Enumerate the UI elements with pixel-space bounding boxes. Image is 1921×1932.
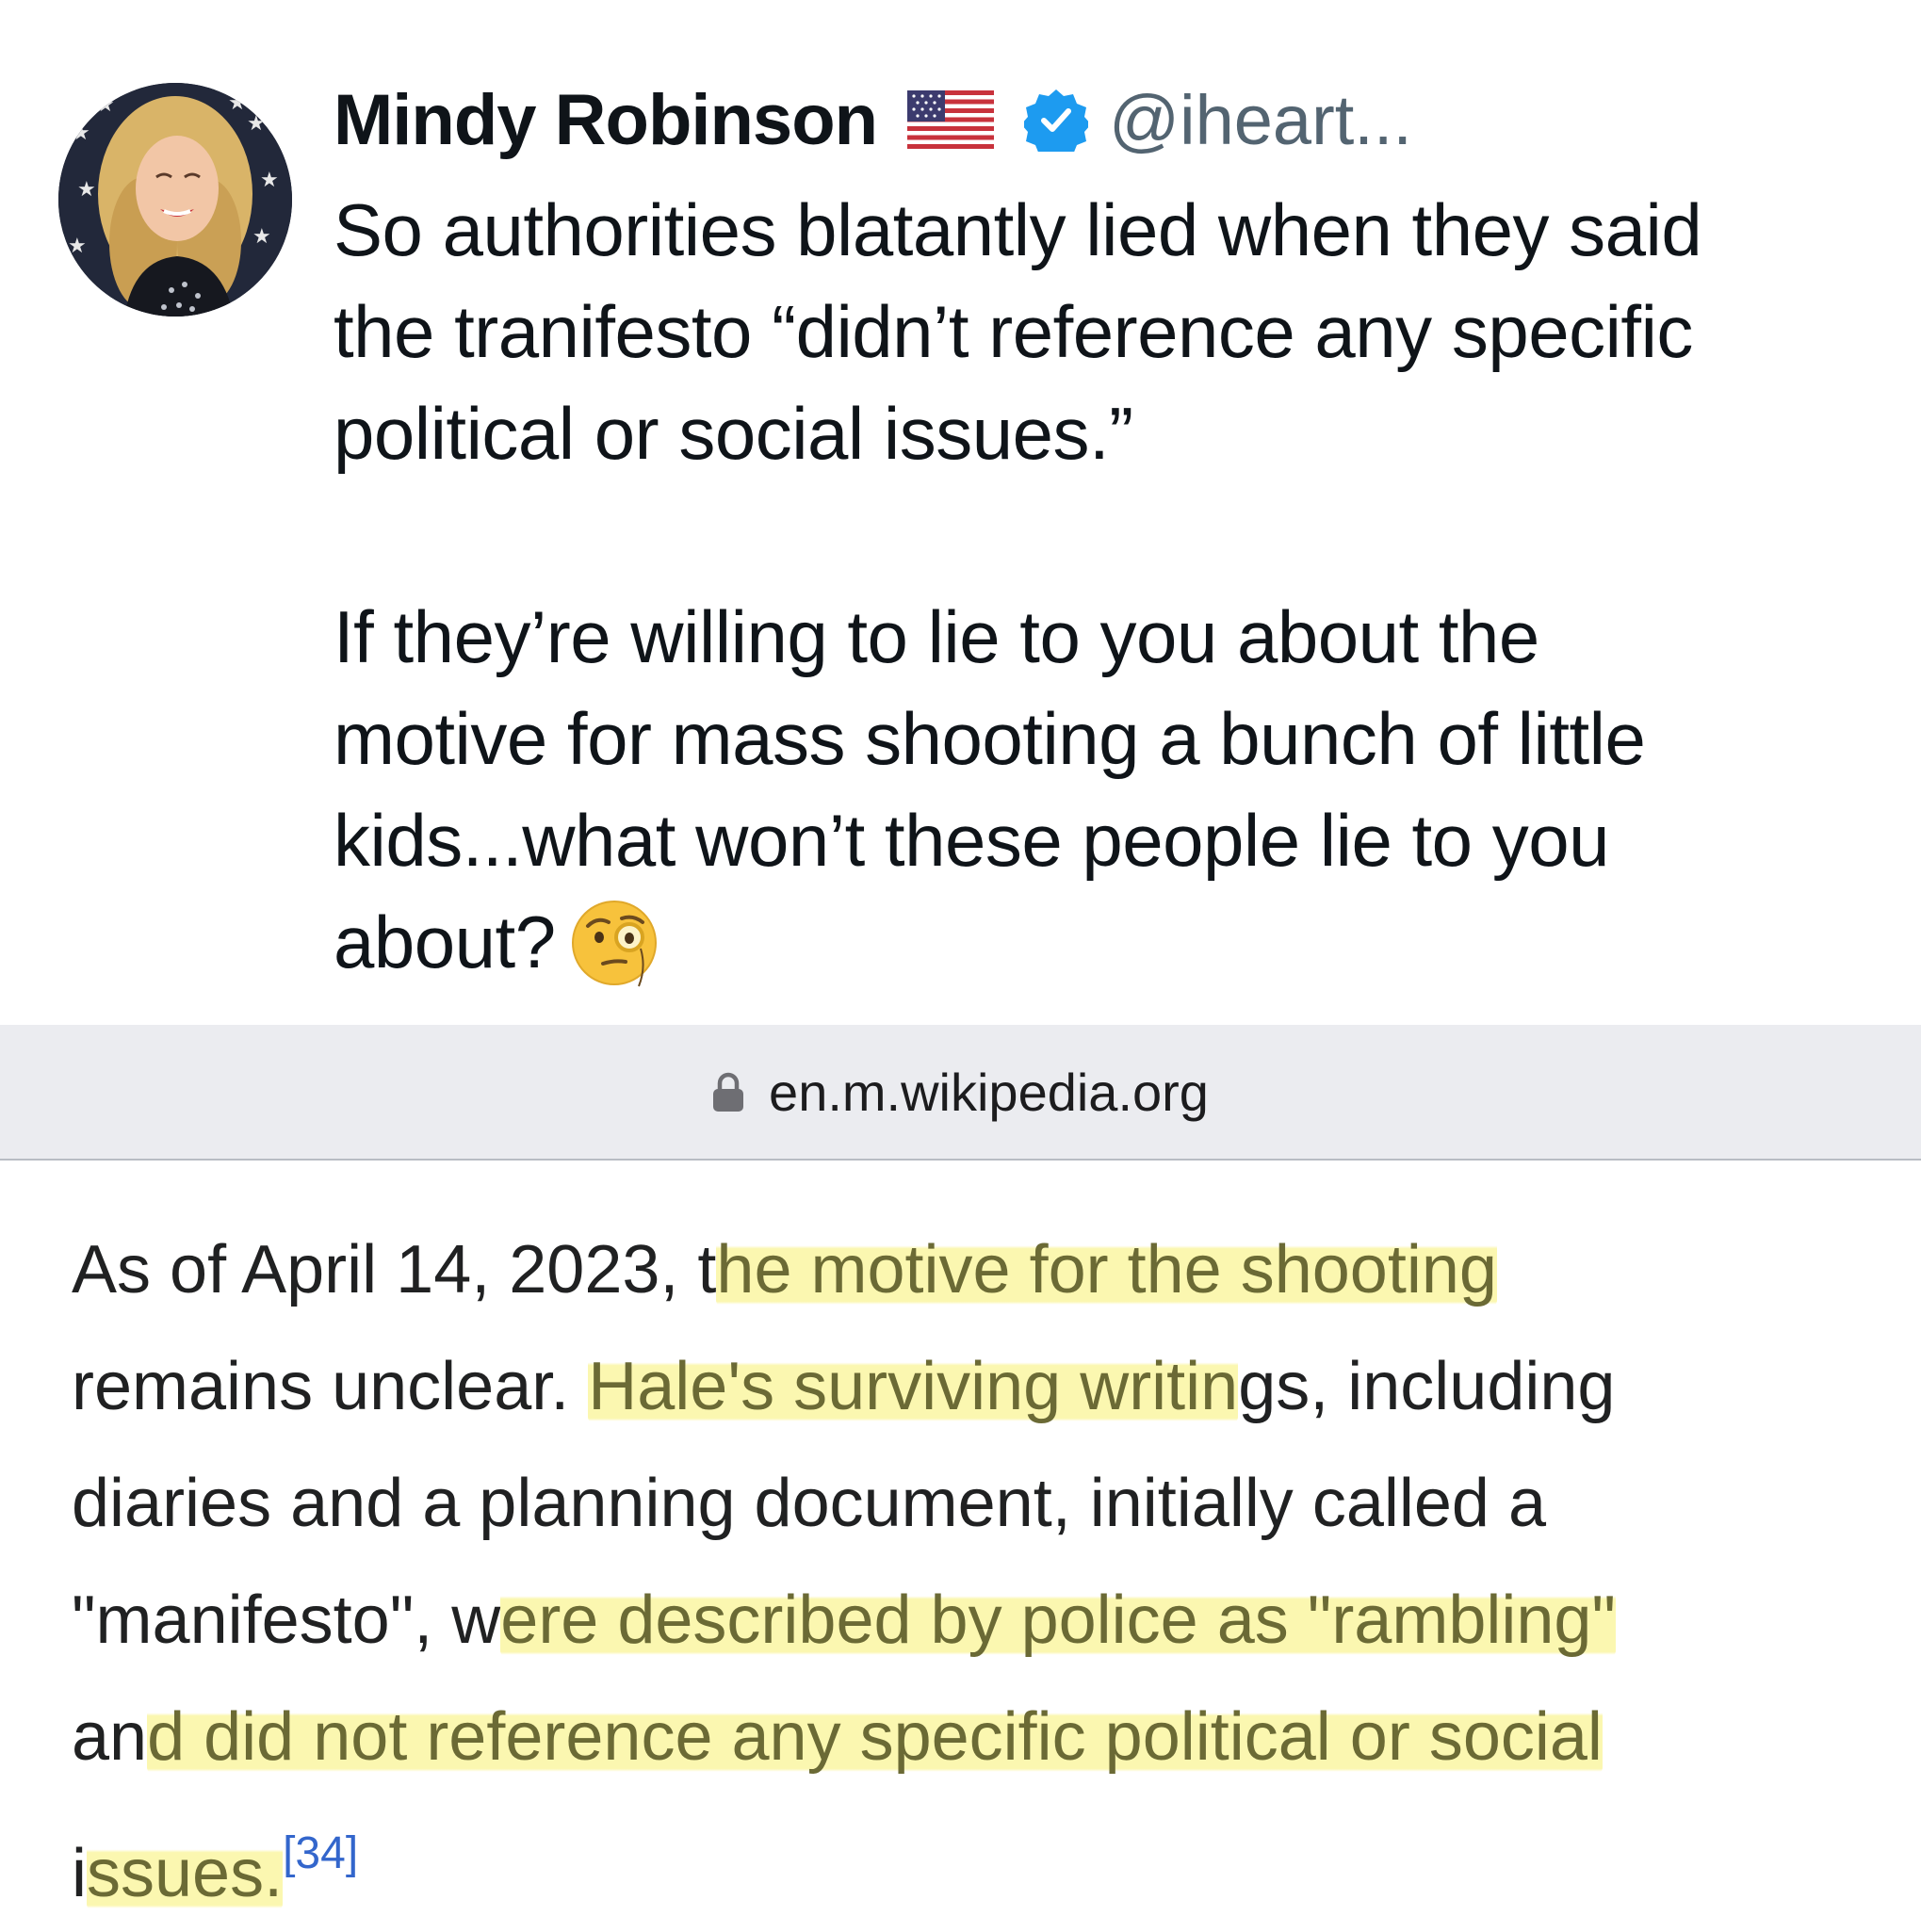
author-name[interactable]: Mindy Robinson	[334, 79, 878, 161]
wiki-line: remains unclear. Hale's surviving writin…	[72, 1328, 1899, 1445]
wiki-line: diaries and a planning document, initial…	[72, 1445, 1899, 1562]
wiki-line: issues.[34]	[72, 1795, 1899, 1912]
wikipedia-excerpt: As of April 14, 2023, the motive for the…	[0, 1161, 1921, 1929]
highlighted-text: d did not reference any specific politic…	[147, 1699, 1603, 1775]
verified-badge-icon	[1021, 88, 1092, 159]
wiki-text: i	[72, 1836, 87, 1911]
highlighted-text: ssues.	[87, 1836, 284, 1911]
wiki-line: As of April 14, 2023, the motive for the…	[72, 1211, 1899, 1328]
svg-text:★: ★	[72, 122, 90, 145]
tweet-paragraph-2-text: If they’re willing to lie to you about t…	[334, 595, 1646, 983]
tweet-header: Mindy Robinson @iheart...	[334, 77, 1412, 162]
tweet-text: So authorities blatantly lied when they …	[334, 179, 1897, 993]
avatar[interactable]: ★ ★ ★ ★ ★ ★ ★ ★	[58, 83, 292, 317]
browser-url-bar[interactable]: en.m.wikipedia.org	[0, 1025, 1921, 1161]
us-flag-icon	[907, 90, 995, 149]
url-text[interactable]: en.m.wikipedia.org	[769, 1062, 1209, 1123]
svg-text:★: ★	[228, 91, 247, 115]
tweet-paragraph-1: So authorities blatantly lied when they …	[334, 188, 1702, 475]
tweet-paragraph-2: If they’re willing to lie to you about t…	[334, 586, 1897, 993]
wiki-line: "manifesto", were described by police as…	[72, 1562, 1899, 1679]
tweet: ★ ★ ★ ★ ★ ★ ★ ★ Mindy Robinson @iheart..…	[0, 0, 1921, 1025]
face-with-monocle-icon	[567, 894, 661, 988]
wiki-text: diaries and a planning document, initial…	[72, 1466, 1546, 1541]
wiki-text: remains unclear.	[72, 1349, 589, 1424]
svg-text:★: ★	[96, 93, 115, 117]
svg-text:★: ★	[260, 169, 279, 192]
svg-text:★: ★	[247, 112, 266, 136]
highlighted-text: he motive for the shooting	[716, 1232, 1497, 1307]
highlighted-text: Hale's surviving writin	[588, 1349, 1239, 1424]
wiki-paragraph: As of April 14, 2023, the motive for the…	[72, 1211, 1899, 1912]
wiki-text: gs, including	[1238, 1349, 1616, 1424]
wiki-line: and did not reference any specific polit…	[72, 1679, 1899, 1795]
svg-text:★: ★	[77, 178, 96, 202]
author-handle[interactable]: @iheart...	[1109, 80, 1412, 160]
svg-text:★: ★	[68, 235, 87, 258]
wiki-text: As of April 14, 2023, t	[72, 1232, 717, 1307]
highlighted-text: ere described by police as "rambling"	[500, 1583, 1616, 1658]
citation-link[interactable]: [34]	[283, 1828, 358, 1878]
lock-icon	[712, 1071, 744, 1112]
wiki-text: an	[72, 1699, 148, 1775]
wiki-text: "manifesto", w	[72, 1583, 501, 1658]
svg-text:★: ★	[252, 225, 271, 249]
